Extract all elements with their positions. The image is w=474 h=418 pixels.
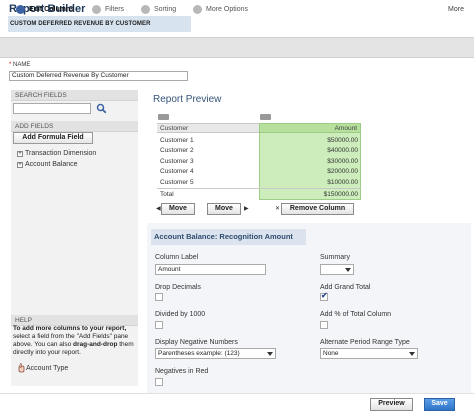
report-preview-title: Report Preview [153,94,222,105]
total-label: Total [160,191,174,198]
search-input[interactable] [13,103,91,114]
tab-label: Edit Columns [29,6,75,13]
arrow-left-icon: ◀ [156,206,161,212]
more-link[interactable]: More [448,6,464,13]
summary-select[interactable] [320,264,354,275]
tree-item-account-balance[interactable]: + Account Balance [17,161,78,168]
neg-red-label: Negatives in Red [155,368,209,375]
alt-period-label: Alternate Period Range Type [320,339,410,346]
alt-period-select[interactable]: None [320,348,418,359]
chevron-down-icon [409,352,415,356]
active-step-icon [16,5,25,14]
chevron-down-icon [345,268,351,272]
summary-label: Summary [320,254,350,261]
negatives-value: Parentheses example: (123) [158,350,240,357]
tab-strip [0,37,474,58]
total-divider [157,188,361,189]
table-cell-amount: $40000.00 [327,147,358,154]
table-cell-customer: Customer 4 [160,168,194,175]
dragged-field-account-type[interactable]: Account Type [17,363,68,373]
divided-label: Divided by 1000 [155,311,206,318]
drag-hand-icon [18,363,25,373]
tab-filters[interactable]: Filters [92,5,124,14]
name-label-text: NAME [13,62,31,68]
divided-by-1000-checkbox[interactable] [155,321,163,329]
search-fields-heading: SEARCH FIELDS [11,90,138,101]
table-cell-customer: Customer 1 [160,137,194,144]
table-cell-amount: $10000.00 [327,179,358,186]
table-cell-customer: Customer 2 [160,147,194,154]
negatives-select[interactable]: Parentheses example: (123) [155,348,276,359]
table-cell-amount: $50000.00 [327,137,358,144]
name-field-label: * NAME [9,62,30,68]
negatives-label: Display Negative Numbers [155,339,238,346]
add-fields-heading: ADD FIELDS [11,121,138,132]
column-label-label: Column Label [155,254,199,261]
required-mark: * [9,62,12,68]
amount-column-header[interactable]: Amount [259,123,361,133]
move-right-button[interactable]: Move [207,203,241,215]
tab-sorting[interactable]: Sorting [141,5,176,14]
name-input[interactable]: Custom Deferred Revenue By Customer [9,71,188,81]
drop-decimals-label: Drop Decimals [155,284,201,291]
help-bold: To add more columns to your report, [13,325,127,332]
column-label-input[interactable]: Amount [155,264,266,275]
expand-icon[interactable]: + [17,161,23,168]
add-formula-field-button[interactable]: Add Formula Field [13,132,93,144]
arrow-right-icon: ▶ [244,206,249,212]
tab-edit-columns[interactable]: Edit Columns [16,5,74,14]
tree-item-transaction-dimension[interactable]: + Transaction Dimension [17,150,96,157]
column-settings-heading: Account Balance: Recognition Amount [151,229,306,245]
help-text: To add more columns to your report, sele… [13,325,137,357]
tab-label: Sorting [154,6,177,13]
customer-column-header[interactable]: Customer [157,123,259,133]
drop-decimals-checkbox[interactable] [155,293,163,301]
add-pct-total-checkbox[interactable] [320,321,328,329]
table-cell-amount: $30000.00 [327,158,358,165]
step-icon [193,5,202,14]
alt-period-value: None [323,350,339,357]
move-left-button[interactable]: Move [161,203,195,215]
help-bold-2: drag-and-drop [73,341,118,348]
drag-item-label: Account Type [26,364,69,372]
tab-more-options[interactable]: More Options [193,5,248,14]
expand-icon[interactable]: + [17,150,23,157]
search-icon[interactable] [96,103,107,114]
column-drag-handle-icon[interactable] [260,114,271,120]
column-drag-handle-icon[interactable] [158,114,169,120]
tree-item-label: Transaction Dimension [25,150,97,157]
report-name-badge: CUSTOM DEFERRED REVENUE BY CUSTOMER [8,16,191,32]
table-cell-amount: $20000.00 [327,168,358,175]
step-icon [92,5,101,14]
add-grand-total-checkbox[interactable]: ✔ [320,291,328,301]
preview-button[interactable]: Preview [370,398,413,411]
checkmark-icon: ✔ [321,291,328,300]
tree-item-label: Account Balance [25,161,78,168]
remove-icon: ✕ [275,206,281,212]
step-icon [141,5,150,14]
add-grand-total-label: Add Grand Total [320,284,371,291]
table-cell-customer: Customer 3 [160,158,194,165]
chevron-down-icon [267,352,273,356]
total-amount: $150000.00 [323,191,358,198]
remove-column-button[interactable]: Remove Column [281,203,354,215]
table-cell-customer: Customer 5 [160,179,194,186]
tab-label: More Options [206,6,249,13]
tab-label: Filters [105,6,125,13]
save-button[interactable]: Save [424,398,455,411]
add-pct-label: Add % of Total Column [320,311,392,318]
negatives-red-checkbox[interactable] [155,378,163,386]
